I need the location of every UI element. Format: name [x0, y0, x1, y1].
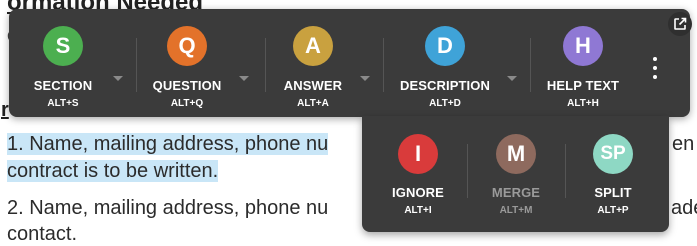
help-text-tool-button[interactable]: H HELP TEXT ALT+H	[540, 9, 626, 117]
split-badge-icon: SP	[593, 134, 633, 174]
tagging-toolbar: S SECTION ALT+S Q QUESTION ALT+Q A ANSWE…	[9, 9, 692, 117]
help-text-badge-icon: H	[563, 26, 603, 66]
label-fragment: r	[1, 99, 9, 121]
description-caret-down-icon[interactable]	[507, 76, 517, 81]
more-vertical-icon[interactable]	[650, 57, 660, 79]
divider	[467, 144, 468, 198]
split-shortcut: ALT+P	[597, 205, 629, 216]
question-label: QUESTION	[152, 78, 222, 93]
section-tool-button[interactable]: S SECTION ALT+S	[32, 9, 94, 117]
list-item-2-line-1[interactable]: 2. Name, mailing address, phone nu	[7, 196, 328, 220]
ignore-tool-button[interactable]: I IGNORE ALT+I	[381, 116, 455, 224]
list-item-1-line-2[interactable]: contract is to be written.	[7, 159, 219, 183]
divider	[265, 38, 266, 92]
section-badge-icon: S	[43, 26, 83, 66]
split-tool-button[interactable]: SP SPLIT ALT+P	[576, 116, 650, 224]
merge-label: MERGE	[491, 185, 541, 200]
more-actions-popover: I IGNORE ALT+I M MERGE ALT+M SP SPLIT AL…	[362, 116, 669, 232]
question-caret-down-icon[interactable]	[239, 76, 249, 81]
section-caret-down-icon[interactable]	[113, 76, 123, 81]
question-tool-button[interactable]: Q QUESTION ALT+Q	[146, 9, 228, 117]
question-shortcut: ALT+Q	[170, 98, 204, 109]
description-shortcut: ALT+D	[429, 98, 461, 109]
divider	[565, 144, 566, 198]
divider	[383, 38, 384, 92]
highlighted-text: 1. Name, mailing address, phone nu	[7, 133, 329, 155]
merge-shortcut: ALT+M	[499, 205, 533, 216]
list-item-1-line-1[interactable]: 1. Name, mailing address, phone nu	[7, 132, 329, 156]
answer-caret-down-icon[interactable]	[360, 76, 370, 81]
divider	[530, 38, 531, 92]
answer-shortcut: ALT+A	[297, 98, 329, 109]
merge-badge-icon: M	[496, 134, 536, 174]
section-shortcut: ALT+S	[47, 98, 79, 109]
description-badge-icon: D	[425, 26, 465, 66]
ignore-label: IGNORE	[392, 185, 444, 200]
help-text-label: HELP TEXT	[546, 78, 620, 93]
description-label: DESCRIPTION	[400, 78, 490, 93]
ignore-badge-icon: I	[398, 134, 438, 174]
answer-tool-button[interactable]: A ANSWER ALT+A	[275, 9, 351, 117]
answer-badge-icon: A	[293, 26, 333, 66]
highlighted-text: contract is to be written.	[7, 160, 219, 182]
list-item-1-tail: en	[672, 133, 695, 155]
split-label: SPLIT	[594, 185, 632, 200]
list-item-2-tail: ade	[671, 197, 697, 219]
divider	[136, 38, 137, 92]
help-text-shortcut: ALT+H	[567, 98, 599, 109]
open-in-new-icon[interactable]	[668, 12, 692, 36]
description-tool-button[interactable]: D DESCRIPTION ALT+D	[393, 9, 497, 117]
answer-label: ANSWER	[283, 78, 343, 93]
list-item-2-line-2[interactable]: contact.	[7, 222, 77, 246]
merge-tool-button[interactable]: M MERGE ALT+M	[479, 116, 553, 224]
section-label: SECTION	[33, 78, 93, 93]
question-badge-icon: Q	[167, 26, 207, 66]
ignore-shortcut: ALT+I	[404, 205, 432, 216]
